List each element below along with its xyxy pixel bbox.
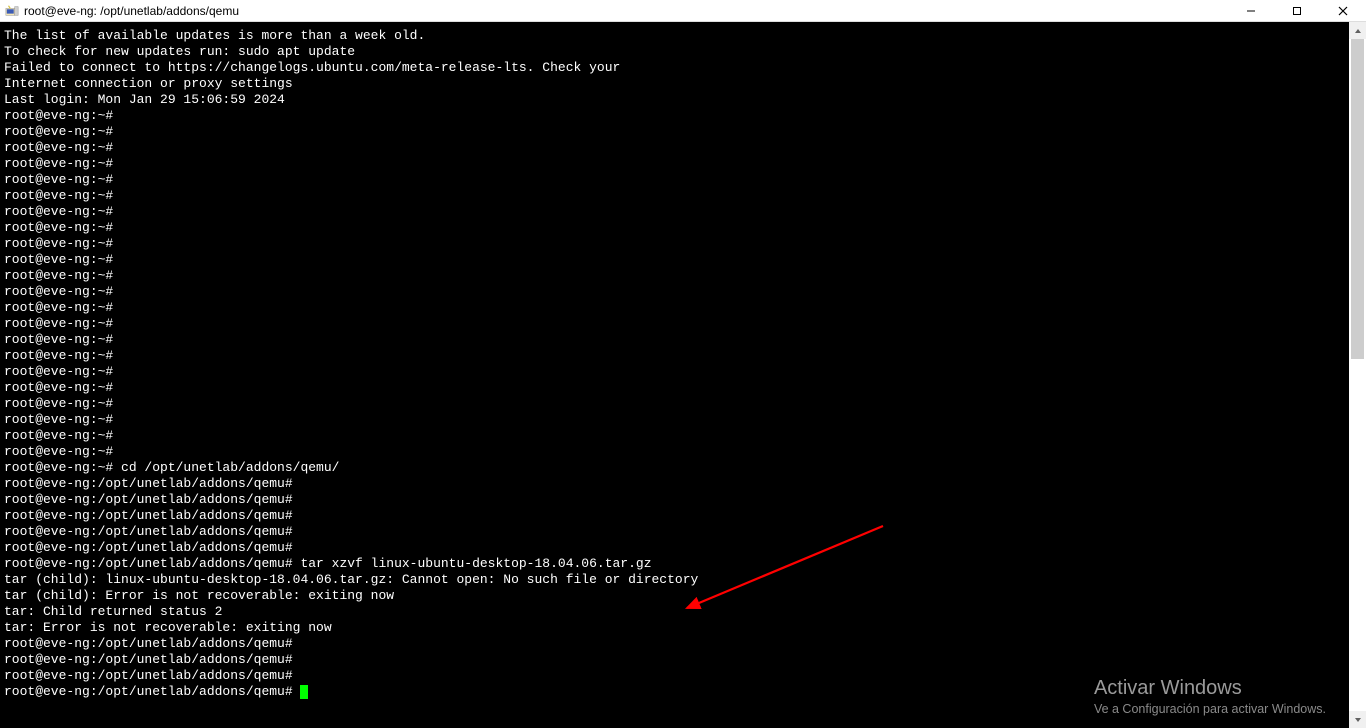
putty-icon [4,3,20,19]
maximize-button[interactable] [1274,0,1320,22]
terminal-line: root@eve-ng:~# [4,316,1349,332]
terminal-line: root@eve-ng:~# [4,300,1349,316]
terminal-line: tar (child): Error is not recoverable: e… [4,588,1349,604]
terminal-line: root@eve-ng:/opt/unetlab/addons/qemu# [4,652,1349,668]
window-controls [1228,0,1366,22]
window-title: root@eve-ng: /opt/unetlab/addons/qemu [24,4,239,18]
terminal-line: root@eve-ng:/opt/unetlab/addons/qemu# [4,476,1349,492]
terminal-line: root@eve-ng:/opt/unetlab/addons/qemu# ta… [4,556,1349,572]
scroll-up-button[interactable] [1349,22,1366,39]
terminal-line: root@eve-ng:/opt/unetlab/addons/qemu# [4,492,1349,508]
terminal-line: root@eve-ng:~# [4,444,1349,460]
terminal-line: To check for new updates run: sudo apt u… [4,44,1349,60]
terminal-line: root@eve-ng:~# [4,396,1349,412]
terminal-area: The list of available updates is more th… [0,22,1366,728]
scroll-down-button[interactable] [1349,711,1366,728]
terminal-line: tar: Error is not recoverable: exiting n… [4,620,1349,636]
terminal-line: root@eve-ng:~# cd /opt/unetlab/addons/qe… [4,460,1349,476]
vertical-scrollbar[interactable] [1349,22,1366,728]
terminal-output[interactable]: The list of available updates is more th… [0,22,1349,728]
terminal-line: root@eve-ng:~# [4,252,1349,268]
putty-window: root@eve-ng: /opt/unetlab/addons/qemu Th… [0,0,1366,728]
terminal-line: root@eve-ng:~# [4,236,1349,252]
terminal-line: Internet connection or proxy settings [4,76,1349,92]
terminal-line: Last login: Mon Jan 29 15:06:59 2024 [4,92,1349,108]
terminal-line: root@eve-ng:/opt/unetlab/addons/qemu# [4,636,1349,652]
terminal-cursor [300,685,308,699]
terminal-line: root@eve-ng:~# [4,204,1349,220]
terminal-line: root@eve-ng:~# [4,268,1349,284]
terminal-line: root@eve-ng:~# [4,140,1349,156]
terminal-line: tar: Child returned status 2 [4,604,1349,620]
terminal-line: root@eve-ng:~# [4,188,1349,204]
terminal-line: root@eve-ng:~# [4,284,1349,300]
titlebar[interactable]: root@eve-ng: /opt/unetlab/addons/qemu [0,0,1366,22]
terminal-line: root@eve-ng:~# [4,156,1349,172]
terminal-line: root@eve-ng:~# [4,380,1349,396]
terminal-line: root@eve-ng:~# [4,428,1349,444]
terminal-line: root@eve-ng:~# [4,124,1349,140]
terminal-line: root@eve-ng:~# [4,220,1349,236]
terminal-line: root@eve-ng:/opt/unetlab/addons/qemu# [4,508,1349,524]
terminal-line: root@eve-ng:~# [4,172,1349,188]
terminal-line: root@eve-ng:~# [4,332,1349,348]
terminal-line: root@eve-ng:/opt/unetlab/addons/qemu# [4,540,1349,556]
terminal-line: tar (child): linux-ubuntu-desktop-18.04.… [4,572,1349,588]
terminal-line: root@eve-ng:~# [4,364,1349,380]
terminal-line: root@eve-ng:~# [4,412,1349,428]
terminal-line: root@eve-ng:/opt/unetlab/addons/qemu# [4,668,1349,684]
terminal-line: root@eve-ng:/opt/unetlab/addons/qemu# [4,684,1349,700]
minimize-button[interactable] [1228,0,1274,22]
close-button[interactable] [1320,0,1366,22]
terminal-line: root@eve-ng:/opt/unetlab/addons/qemu# [4,524,1349,540]
scrollbar-track[interactable] [1349,39,1366,711]
terminal-line: The list of available updates is more th… [4,28,1349,44]
terminal-line: Failed to connect to https://changelogs.… [4,60,1349,76]
terminal-line: root@eve-ng:~# [4,108,1349,124]
terminal-line: root@eve-ng:~# [4,348,1349,364]
scrollbar-thumb[interactable] [1351,39,1364,359]
